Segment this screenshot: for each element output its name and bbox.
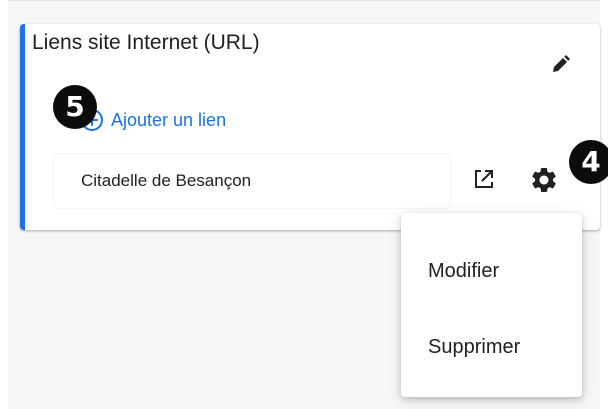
open-link-button[interactable] xyxy=(472,167,496,191)
annotation-badge-5: 5 xyxy=(53,85,97,129)
edit-button[interactable] xyxy=(550,54,570,76)
add-link-button[interactable]: Ajouter un lien xyxy=(80,106,226,134)
context-menu: Modifier Supprimer xyxy=(401,213,582,397)
menu-item-supprimer[interactable]: Supprimer xyxy=(428,336,520,359)
menu-item-modifier[interactable]: Modifier xyxy=(428,260,499,283)
card-title: Liens site Internet (URL) xyxy=(32,31,260,54)
link-title: Citadelle de Besançon xyxy=(81,171,252,190)
pencil-icon xyxy=(550,54,570,76)
add-link-label: Ajouter un lien xyxy=(111,109,227,130)
annotation-badge-4: 4 xyxy=(569,140,608,184)
gear-icon xyxy=(529,165,559,195)
settings-button[interactable] xyxy=(529,165,559,195)
link-row[interactable]: Citadelle de Besançon xyxy=(53,153,451,209)
open-in-new-icon xyxy=(472,167,496,191)
